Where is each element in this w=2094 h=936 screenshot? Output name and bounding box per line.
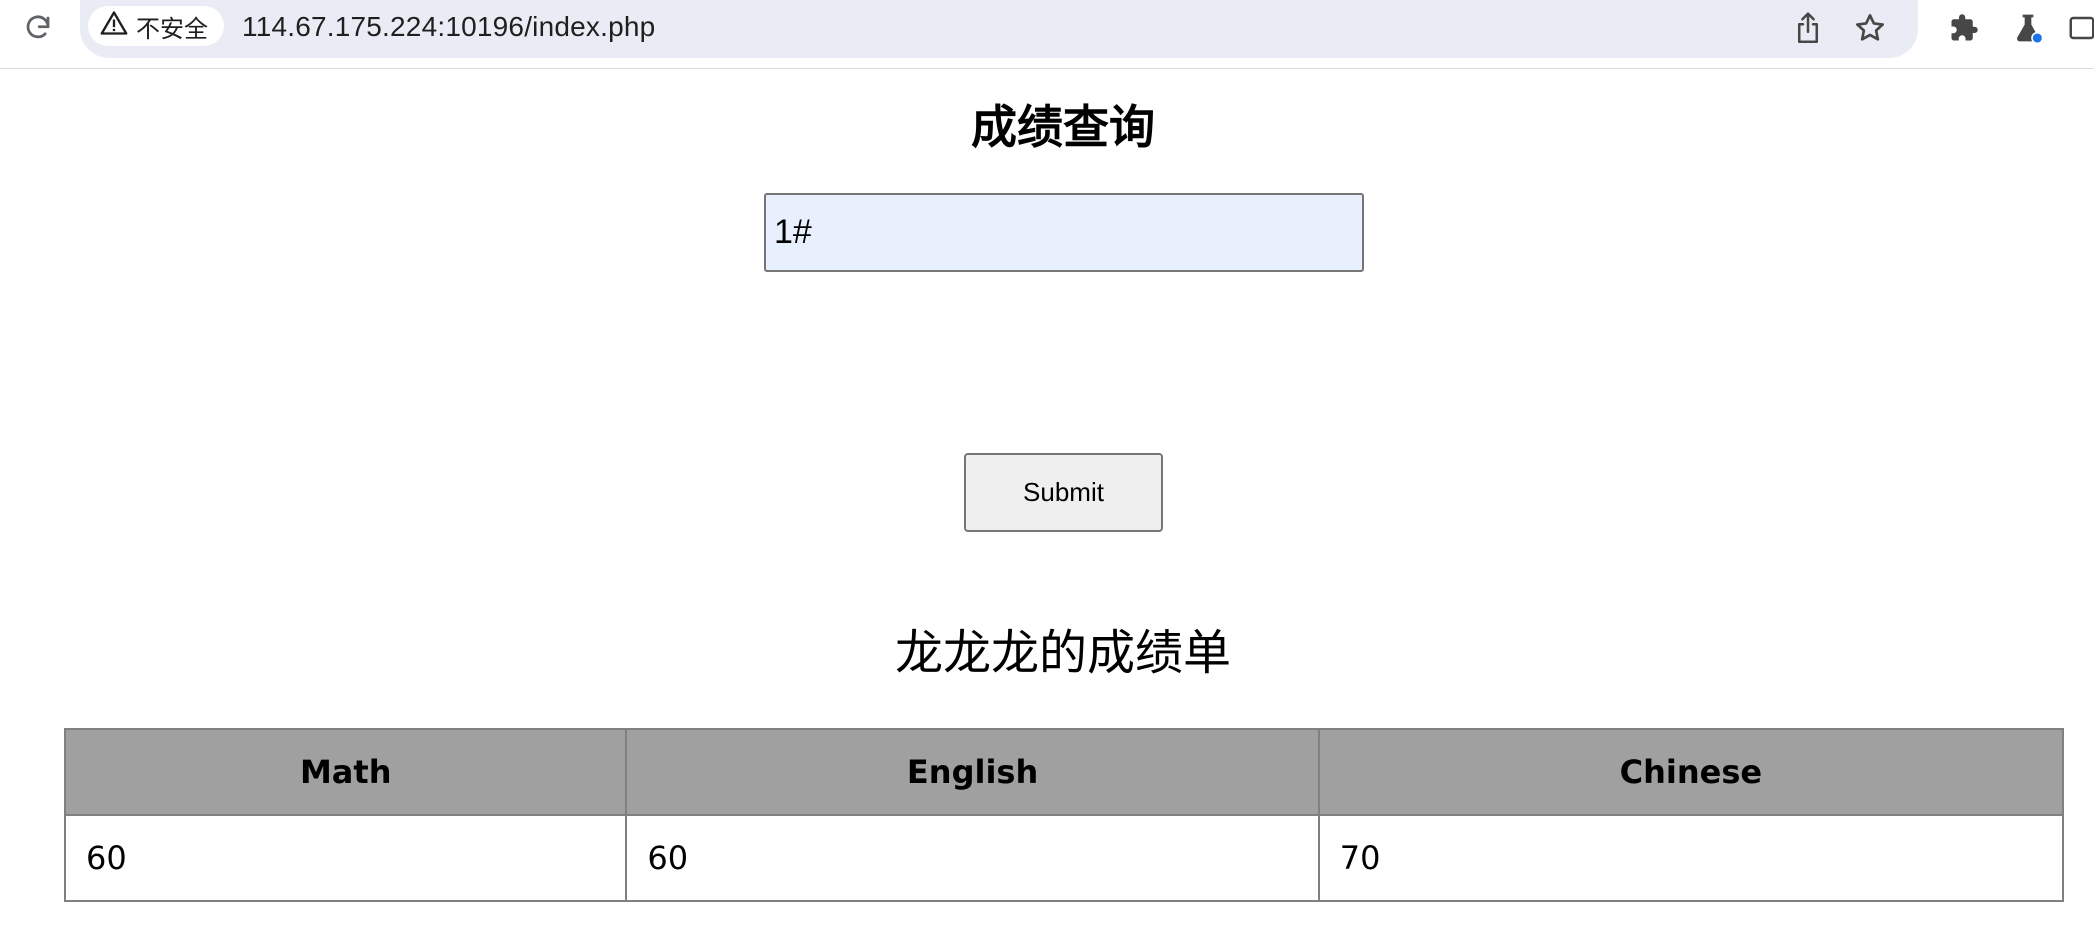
reload-icon[interactable]: [18, 8, 58, 48]
scores-caption: 龙龙龙的成绩单: [894, 625, 1231, 681]
bookmark-star-icon[interactable]: [1850, 8, 1890, 48]
column-header-english: English: [625, 728, 1320, 816]
column-header-math: Math: [63, 728, 628, 816]
submit-button[interactable]: Submit: [964, 453, 1163, 532]
labs-flask-icon[interactable]: [2008, 8, 2048, 48]
security-label: 不安全: [136, 15, 208, 43]
share-icon[interactable]: [1788, 8, 1828, 48]
table-header-row: Math English Chinese: [63, 728, 2065, 816]
table-row: 60 60 70: [63, 814, 2065, 902]
side-panel-icon[interactable]: [2062, 8, 2094, 48]
chinese-score: 70: [1317, 814, 2065, 902]
security-chip[interactable]: 不安全: [88, 6, 224, 46]
browser-toolbar: 不安全 114.67.175.224:10196/index.php: [0, 0, 2094, 69]
warning-icon: [100, 10, 128, 43]
english-score: 60: [625, 814, 1320, 902]
column-header-chinese: Chinese: [1317, 728, 2065, 816]
extensions-puzzle-icon[interactable]: [1944, 8, 1984, 48]
scores-table: Math English Chinese 60 60 70: [63, 728, 2065, 902]
math-score: 60: [63, 814, 628, 902]
query-input[interactable]: [764, 193, 1364, 272]
url-text[interactable]: 114.67.175.224:10196/index.php: [242, 8, 655, 46]
address-bar[interactable]: 不安全 114.67.175.224:10196/index.php: [80, 0, 1918, 58]
page-content: 成绩查询 Submit 龙龙龙的成绩单 Math English Chinese…: [0, 69, 2094, 936]
page-title: 成绩查询: [971, 100, 1155, 154]
